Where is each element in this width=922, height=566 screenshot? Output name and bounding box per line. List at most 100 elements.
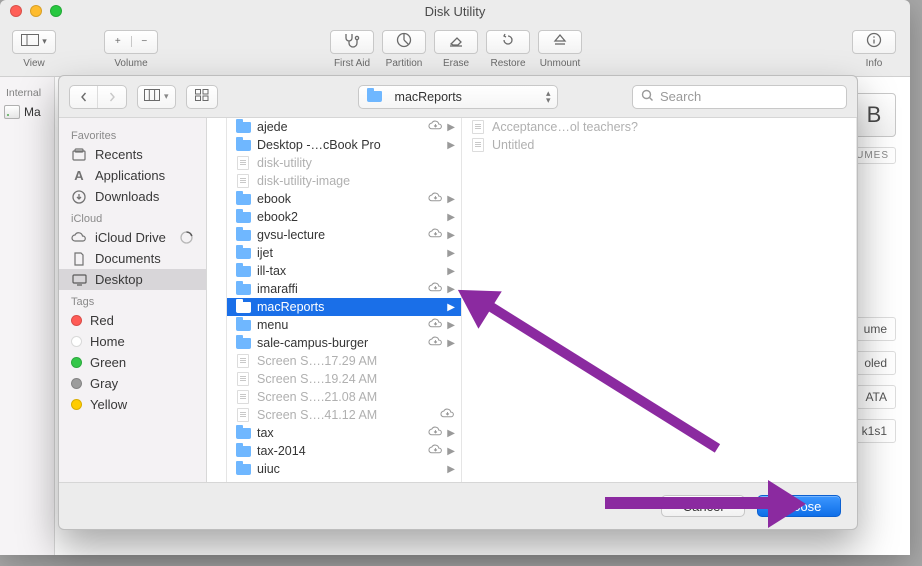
zoom-window-button[interactable] (50, 5, 62, 17)
search-input[interactable]: Search (632, 85, 847, 109)
list-item[interactable]: uiuc▶ (227, 460, 461, 478)
erase-label: Erase (443, 58, 469, 69)
tags-header: Tags (59, 290, 206, 310)
partition-button[interactable] (382, 30, 426, 54)
downloads-icon (71, 190, 87, 204)
list-item[interactable]: ebook2▶ (227, 208, 461, 226)
tag-dot-icon (71, 357, 82, 368)
cloud-download-icon (428, 336, 443, 350)
list-item[interactable]: gvsu-lecture▶ (227, 226, 461, 244)
list-item[interactable]: Desktop -…cBook Pro▶ (227, 136, 461, 154)
cloud-download-icon (428, 120, 443, 134)
chevron-down-icon: ▾ (164, 91, 169, 102)
volume-buttons[interactable]: + − (104, 30, 158, 54)
restore-label: Restore (490, 58, 525, 69)
chevron-right-icon: ▶ (445, 230, 455, 241)
sidebar-tag-gray[interactable]: Gray (59, 373, 206, 394)
disk-item[interactable]: Ma (0, 103, 54, 121)
nav-back-forward[interactable] (69, 85, 127, 109)
column-2[interactable]: Acceptance…ol teachers? Untitled (462, 118, 857, 482)
sidebar-tag-yellow[interactable]: Yellow (59, 394, 206, 415)
sidebar-item-icloud-drive[interactable]: iCloud Drive (59, 227, 206, 248)
list-item[interactable]: ajede ▶ (227, 118, 461, 136)
window-title: Disk Utility (425, 4, 486, 19)
list-item[interactable]: menu▶ (227, 316, 461, 334)
info-button[interactable] (852, 30, 896, 54)
list-item: Screen S….21.08 AM (227, 388, 461, 406)
first-aid-button[interactable] (330, 30, 374, 54)
group-button[interactable] (186, 85, 218, 109)
sidebar-item-label: Home (90, 334, 125, 349)
sidebar-tag-green[interactable]: Green (59, 352, 206, 373)
sidebar-item-downloads[interactable]: Downloads (59, 186, 206, 207)
erase-button[interactable] (434, 30, 478, 54)
unmount-button[interactable] (538, 30, 582, 54)
column-1[interactable]: ajede▶Desktop -…cBook Pro▶disk-utilitydi… (227, 118, 462, 482)
folder-icon (235, 281, 251, 297)
sidebar-item-label: iCloud Drive (95, 230, 166, 245)
sidebar-tag-red[interactable]: Red (59, 310, 206, 331)
chevron-right-icon: ▶ (445, 266, 455, 277)
restore-icon (500, 32, 516, 51)
column-0[interactable] (207, 118, 227, 482)
cloud-icon (71, 232, 87, 243)
list-item[interactable]: sale-campus-burger▶ (227, 334, 461, 352)
list-item-label: Screen S….19.24 AM (257, 372, 455, 386)
close-window-button[interactable] (10, 5, 22, 17)
minimize-window-button[interactable] (30, 5, 42, 17)
list-item: Acceptance…ol teachers? (462, 118, 856, 136)
list-item[interactable]: macReports▶ (227, 298, 461, 316)
list-item[interactable]: tax-2014 ▶ (227, 442, 461, 460)
cloud-download-icon (428, 192, 443, 206)
cell-2: ATA (856, 385, 896, 409)
list-item[interactable]: ill-tax▶ (227, 262, 461, 280)
list-item[interactable]: tax▶ (227, 424, 461, 442)
format-letter: B (852, 93, 896, 137)
titlebar: Disk Utility (0, 0, 910, 22)
list-item-label: Acceptance…ol teachers? (492, 120, 850, 134)
updown-icon: ▴▾ (546, 90, 551, 104)
list-item-label: macReports (257, 300, 443, 314)
back-button[interactable] (70, 86, 98, 108)
folder-icon (235, 209, 251, 225)
forward-button[interactable] (98, 86, 126, 108)
list-item: Screen S….17.29 AM (227, 352, 461, 370)
folder-icon (235, 263, 251, 279)
list-item[interactable]: ebook▶ (227, 190, 461, 208)
chevron-right-icon: ▶ (445, 446, 455, 457)
list-item-label: Untitled (492, 138, 850, 152)
document-icon (470, 119, 486, 135)
annotation-arrow (605, 497, 770, 509)
column-browser: ajede▶Desktop -…cBook Pro▶disk-utilitydi… (207, 118, 857, 482)
list-item-label: ijet (257, 246, 443, 260)
view-button[interactable]: ▾ (12, 30, 56, 54)
chevron-right-icon: ▶ (445, 140, 455, 151)
chevron-right-icon: ▶ (445, 122, 455, 133)
folder-icon (235, 245, 251, 261)
list-item[interactable]: ijet▶ (227, 244, 461, 262)
progress-icon (178, 231, 194, 244)
internal-header: Internal (0, 83, 54, 103)
sidebar-item-desktop[interactable]: Desktop (59, 269, 206, 290)
sidebar-item-label: Documents (95, 251, 161, 266)
sidebar-item-applications[interactable]: AApplications (59, 165, 206, 186)
list-item-label: ajede (257, 120, 424, 134)
path-popup[interactable]: macReports ▴▾ (358, 85, 558, 109)
list-item-label: tax-2014 (257, 444, 424, 458)
view-mode-switch[interactable]: ▾ (137, 85, 176, 109)
list-item-label: imaraffi (257, 282, 424, 296)
cloud-download-icon (428, 426, 443, 440)
sidebar-item-documents[interactable]: Documents (59, 248, 206, 269)
annotation-arrow-head (768, 480, 806, 528)
sidebar-item-label: Yellow (90, 397, 127, 412)
document-icon (470, 137, 486, 153)
list-item-label: Screen S….41.12 AM (257, 408, 436, 422)
search-placeholder: Search (660, 89, 701, 104)
sidebar-item-recents[interactable]: Recents (59, 144, 206, 165)
folder-icon (235, 317, 251, 333)
path-label: macReports (395, 90, 462, 104)
restore-button[interactable] (486, 30, 530, 54)
list-item[interactable]: imaraffi▶ (227, 280, 461, 298)
sidebar-tag-home[interactable]: Home (59, 331, 206, 352)
list-item: disk-utility (227, 154, 461, 172)
